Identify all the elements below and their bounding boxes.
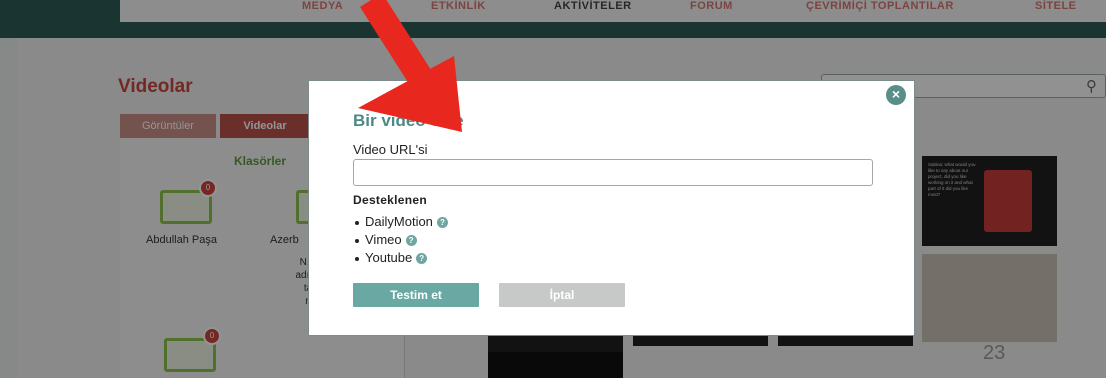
help-icon[interactable]: ?: [416, 253, 428, 265]
bullet-icon: [355, 238, 359, 243]
help-icon[interactable]: ?: [436, 217, 448, 229]
service-name: Vimeo: [365, 232, 402, 247]
service-item-dailymotion: DailyMotion?: [355, 214, 448, 229]
service-item-vimeo: Vimeo?: [355, 232, 417, 247]
service-item-youtube: Youtube?: [355, 250, 428, 265]
service-name: DailyMotion: [365, 214, 433, 229]
video-url-input[interactable]: [353, 159, 873, 186]
submit-button[interactable]: Testim et: [353, 283, 479, 307]
supported-heading: Desteklenen: [353, 193, 427, 207]
service-name: Youtube: [365, 250, 413, 265]
url-label: Video URL'si: [353, 142, 428, 157]
bullet-icon: [355, 256, 359, 261]
bullet-icon: [355, 220, 359, 225]
dialog-title: Bir video ekle: [353, 111, 464, 130]
cancel-button[interactable]: İptal: [499, 283, 625, 307]
close-icon[interactable]: ×: [886, 85, 906, 105]
add-video-dialog: × Bir video ekle Video URL'si Desteklene…: [308, 80, 915, 336]
help-icon[interactable]: ?: [405, 235, 417, 247]
